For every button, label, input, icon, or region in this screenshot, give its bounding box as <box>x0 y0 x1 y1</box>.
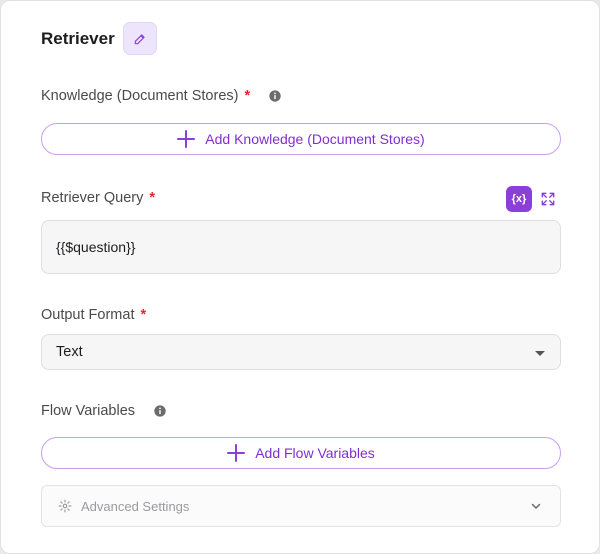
add-knowledge-label: Add Knowledge (Document Stores) <box>205 131 425 147</box>
gear-icon <box>58 499 72 513</box>
expand-editor-button[interactable] <box>539 190 557 208</box>
expand-icon <box>541 192 555 206</box>
info-icon[interactable] <box>153 404 167 418</box>
edit-title-button[interactable] <box>122 22 157 55</box>
insert-variable-button[interactable]: {x} <box>506 186 532 212</box>
output-format-label: Output Format * <box>41 307 147 323</box>
pencil-icon <box>133 32 147 46</box>
variable-icon: {x} <box>511 193 527 205</box>
info-icon[interactable] <box>268 89 282 103</box>
add-flow-variables-button[interactable]: Add Flow Variables <box>41 437 561 469</box>
required-marker: * <box>140 307 147 323</box>
flow-variables-label: Flow Variables <box>41 403 167 419</box>
add-flow-variables-label: Add Flow Variables <box>255 445 375 461</box>
retriever-query-label: Retriever Query * <box>41 190 155 206</box>
retriever-node-panel: Retriever Knowledge (Document Stores) * … <box>0 0 600 554</box>
knowledge-label: Knowledge (Document Stores) * <box>41 88 282 104</box>
output-format-select[interactable]: Text <box>41 334 561 370</box>
advanced-settings-accordion[interactable]: Advanced Settings <box>41 485 561 527</box>
retriever-query-input[interactable]: {{$question}} <box>41 220 561 274</box>
plus-icon <box>227 444 246 462</box>
dropdown-caret-icon <box>535 351 545 356</box>
panel-header: Retriever <box>41 22 157 55</box>
output-format-value: Text <box>56 344 83 360</box>
panel-title: Retriever <box>41 28 115 48</box>
required-marker: * <box>244 88 251 104</box>
required-marker: * <box>149 190 155 206</box>
advanced-settings-label: Advanced Settings <box>81 498 190 514</box>
add-knowledge-button[interactable]: Add Knowledge (Document Stores) <box>41 123 561 155</box>
plus-icon <box>177 130 196 148</box>
chevron-down-icon <box>530 500 542 512</box>
query-value: {{$question}} <box>56 239 136 255</box>
